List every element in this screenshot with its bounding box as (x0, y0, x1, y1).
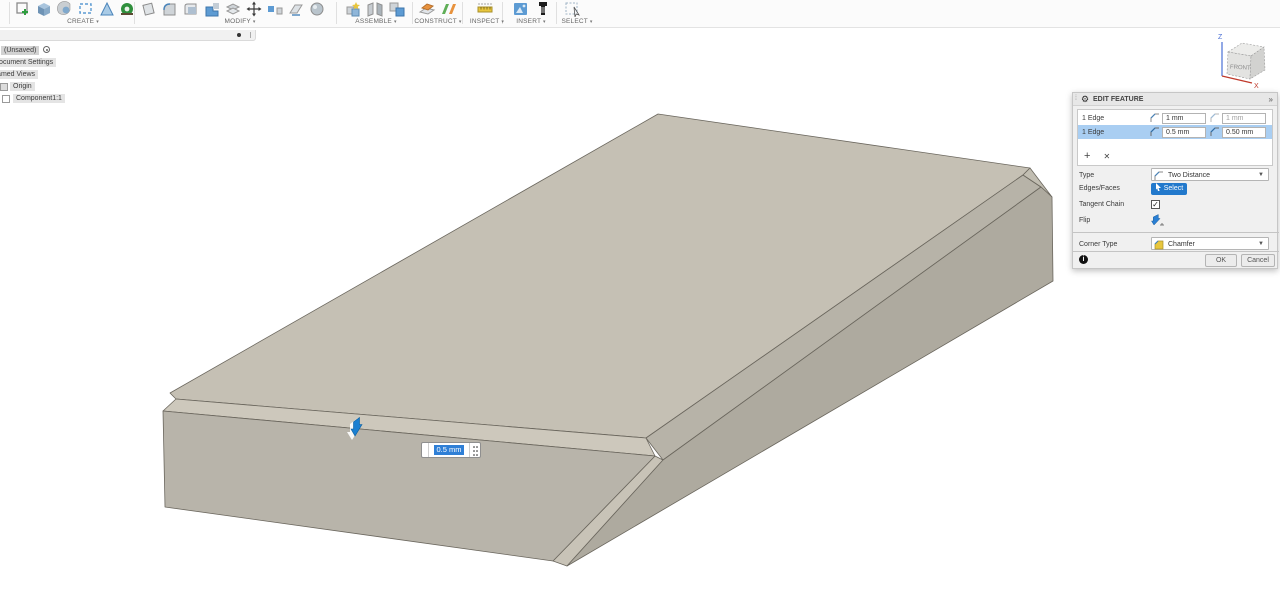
dimension-input-prefix (422, 443, 429, 457)
chamfer-distance-icon (1210, 127, 1219, 136)
add-edge-set-button[interactable]: + (1084, 150, 1090, 162)
tangent-chain-label: Tangent Chain (1079, 201, 1125, 208)
collapse-panel-icon[interactable]: » (1269, 95, 1273, 104)
type-value: Two Distance (1168, 172, 1211, 179)
chamfer-corner-icon (1154, 240, 1164, 249)
chamfer-edge-table: 1 Edge 1 mm 1 mm 1 Edge 0.5 mm 0.50 mm +… (1077, 109, 1273, 166)
select-edges-button[interactable]: Select (1151, 183, 1187, 195)
corner-type-value: Chamfer (1168, 241, 1195, 248)
table-row[interactable]: 1 Edge 1 mm 1 mm (1078, 111, 1272, 125)
tangent-chain-checkbox[interactable]: ✓ (1151, 200, 1160, 209)
remove-edge-set-button[interactable]: ✕ (1104, 152, 1111, 161)
info-icon[interactable]: i (1079, 255, 1088, 264)
flip-label: Flip (1079, 217, 1091, 224)
cancel-button[interactable]: Cancel (1241, 254, 1275, 267)
chamfer-distance-icon (1150, 113, 1159, 122)
chevron-down-icon: ▼ (1258, 241, 1264, 247)
dimension-value[interactable]: 0.5 mm (434, 445, 464, 455)
two-distance-icon (1154, 171, 1163, 180)
corner-type-dropdown[interactable]: Chamfer ▼ (1151, 237, 1269, 250)
chamfer-distance-icon (1150, 127, 1159, 136)
edit-feature-dialog: ⁞ ⚙ EDIT FEATURE » 1 Edge 1 mm 1 mm 1 Ed… (1072, 92, 1279, 269)
fusion-window: CREATE ▾ MODIFY ▾ ASSEMBLE ▾ CONSTRUCT ▾… (0, 0, 1280, 600)
dimension-drag-handle[interactable] (469, 443, 480, 457)
table-row-selected[interactable]: 1 Edge 0.5 mm 0.50 mm (1078, 125, 1272, 139)
dialog-divider (1073, 232, 1279, 233)
type-dropdown[interactable]: Two Distance ▼ (1151, 168, 1269, 181)
dialog-header[interactable]: ⁞ ⚙ EDIT FEATURE » (1073, 93, 1277, 106)
cursor-icon (1155, 183, 1161, 191)
corner-type-label: Corner Type (1079, 241, 1118, 248)
flip-direction-icon[interactable] (1151, 214, 1165, 227)
edge-count-label: 1 Edge (1082, 128, 1105, 136)
distance2-field[interactable]: 0.50 mm (1222, 126, 1266, 138)
edges-faces-label: Edges/Faces (1079, 185, 1120, 192)
dialog-title: EDIT FEATURE (1093, 96, 1144, 103)
ok-button[interactable]: OK (1205, 254, 1237, 267)
drag-grip-icon[interactable]: ⁞ (1075, 95, 1077, 102)
chamfer-distance-icon (1210, 113, 1219, 122)
distance1-field[interactable]: 0.5 mm (1162, 126, 1206, 138)
chevron-down-icon: ▼ (1258, 172, 1264, 178)
chamfer-dimension-input[interactable]: 0.5 mm (421, 442, 481, 458)
type-label: Type (1079, 172, 1095, 179)
distance1-field[interactable]: 1 mm (1162, 112, 1206, 124)
edge-count-label: 1 Edge (1082, 114, 1105, 122)
edit-feature-icon: ⚙ (1081, 94, 1090, 104)
dialog-divider (1073, 251, 1279, 252)
distance2-field[interactable]: 1 mm (1222, 112, 1266, 124)
model-viewport (162, 113, 1054, 567)
